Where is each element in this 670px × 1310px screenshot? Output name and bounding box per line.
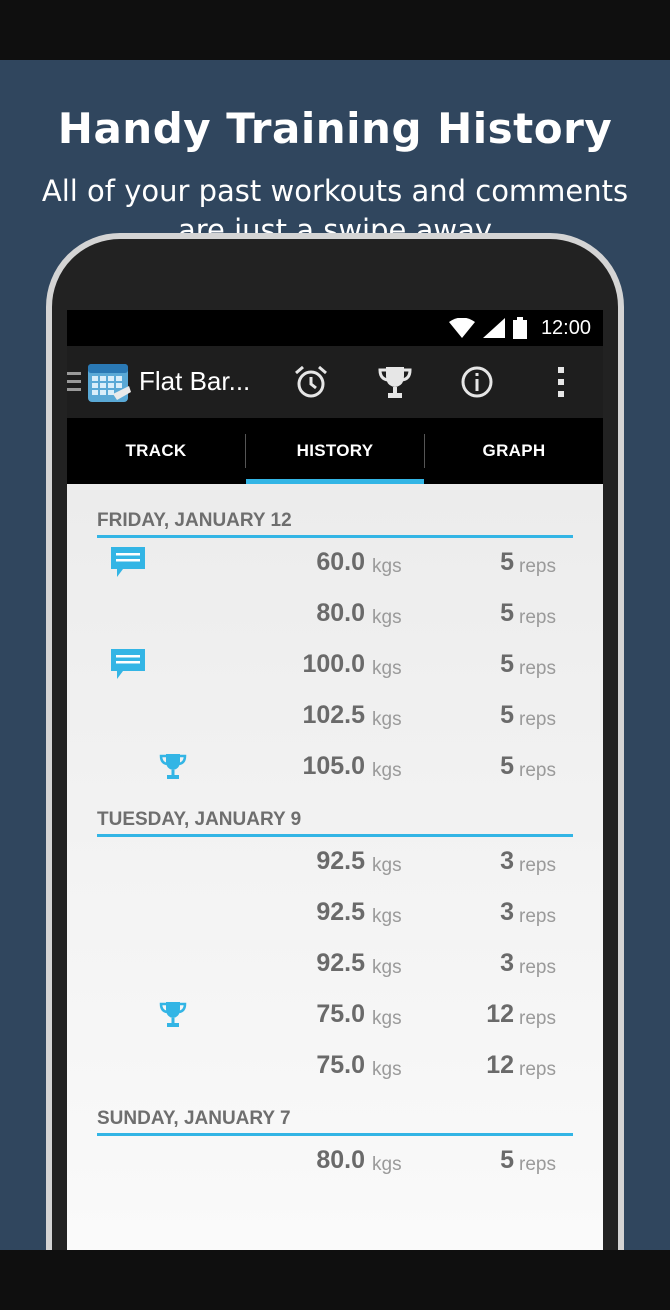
set-weight: 80.0	[316, 599, 365, 627]
day-header-label: TUESDAY, JANUARY 9	[97, 809, 302, 830]
action-bar: Flat Bar...	[67, 346, 603, 418]
reps-unit: reps	[519, 1154, 556, 1175]
weight-unit: kgs	[372, 760, 402, 781]
reps-unit: reps	[519, 1008, 556, 1029]
tab-history[interactable]: HISTORY	[246, 418, 424, 484]
reps-unit: reps	[519, 607, 556, 628]
alarm-button[interactable]	[291, 362, 331, 402]
set-row[interactable]: 102.5 kgs 5 reps	[67, 693, 603, 744]
status-bar: 12:00	[67, 310, 603, 346]
comment-icon[interactable]	[111, 647, 145, 681]
reps-unit: reps	[519, 658, 556, 679]
nav-drawer-icon[interactable]	[67, 372, 81, 392]
app-logo-icon[interactable]	[87, 360, 131, 404]
day-header-label: FRIDAY, JANUARY 12	[97, 510, 292, 531]
set-weight: 92.5	[316, 949, 365, 977]
overflow-menu-button[interactable]	[541, 362, 581, 402]
comment-icon[interactable]	[111, 545, 145, 579]
reps-unit: reps	[519, 760, 556, 781]
day-header-label: SUNDAY, JANUARY 7	[97, 1108, 291, 1129]
day-header: TUESDAY, JANUARY 9	[97, 805, 573, 837]
weight-unit: kgs	[372, 607, 402, 628]
set-reps: 5	[500, 752, 514, 780]
set-weight: 105.0	[302, 752, 365, 780]
personal-record-trophy-icon	[159, 754, 187, 779]
set-row[interactable]: 92.5 kgs 3 reps	[67, 839, 603, 890]
set-row[interactable]: 80.0 kgs 5 reps	[67, 591, 603, 642]
tab-track[interactable]: TRACK	[67, 418, 245, 484]
weight-unit: kgs	[372, 556, 402, 577]
weight-unit: kgs	[372, 1059, 402, 1080]
weight-unit: kgs	[372, 906, 402, 927]
overflow-menu-icon	[558, 367, 564, 397]
status-time: 12:00	[540, 316, 591, 339]
set-row[interactable]: 80.0 kgs 5 reps	[67, 1138, 603, 1189]
promo-subline-line-1: All of your past workouts and comments	[41, 174, 629, 208]
set-row[interactable]: 92.5 kgs 3 reps	[67, 941, 603, 992]
set-reps: 5	[500, 701, 514, 729]
reps-unit: reps	[519, 1059, 556, 1080]
set-weight: 75.0	[316, 1051, 365, 1079]
set-weight: 92.5	[316, 847, 365, 875]
set-row[interactable]: 60.0 kgs 5 reps	[67, 540, 603, 591]
tab-bar: TRACK HISTORY GRAPH	[67, 418, 603, 484]
set-row[interactable]: 105.0 kgs 5 reps	[67, 744, 603, 795]
tab-graph[interactable]: GRAPH	[425, 418, 603, 484]
phone-screen: 12:00 Flat Bar... TRACK HISTORY GRAPH FR…	[67, 310, 603, 1250]
set-reps: 12	[486, 1000, 514, 1028]
reps-unit: reps	[519, 556, 556, 577]
app-title: Flat Bar...	[139, 366, 251, 396]
reps-unit: reps	[519, 957, 556, 978]
bottom-black-bar	[0, 1250, 670, 1310]
trophy-icon	[378, 367, 412, 398]
day-header: SUNDAY, JANUARY 7	[97, 1104, 573, 1136]
wifi-icon	[448, 318, 475, 338]
weight-unit: kgs	[372, 658, 402, 679]
weight-unit: kgs	[372, 1008, 402, 1029]
set-weight: 92.5	[316, 898, 365, 926]
set-weight: 75.0	[316, 1000, 365, 1028]
status-icons: 12:00	[448, 310, 591, 346]
weight-unit: kgs	[372, 709, 402, 730]
info-icon	[461, 366, 493, 398]
set-weight: 102.5	[302, 701, 365, 729]
weight-unit: kgs	[372, 1154, 402, 1175]
set-weight: 100.0	[302, 650, 365, 678]
info-button[interactable]	[457, 362, 497, 402]
set-reps: 5	[500, 1146, 514, 1174]
set-weight: 60.0	[316, 548, 365, 576]
weight-unit: kgs	[372, 957, 402, 978]
battery-icon	[512, 317, 527, 339]
set-row[interactable]: 75.0 kgs 12 reps	[67, 1043, 603, 1094]
set-reps: 3	[500, 847, 514, 875]
weight-unit: kgs	[372, 855, 402, 876]
set-reps: 3	[500, 898, 514, 926]
set-row[interactable]: 92.5 kgs 3 reps	[67, 890, 603, 941]
trophy-button[interactable]	[375, 362, 415, 402]
signal-icon	[482, 318, 505, 338]
reps-unit: reps	[519, 906, 556, 927]
set-row[interactable]: 75.0 kgs 12 reps	[67, 992, 603, 1043]
reps-unit: reps	[519, 855, 556, 876]
history-list[interactable]: FRIDAY, JANUARY 12 60.0 kgs 5 reps 80.0 …	[67, 484, 603, 1250]
promo-headline: Handy Training History	[57, 104, 613, 153]
set-reps: 5	[500, 650, 514, 678]
day-header: FRIDAY, JANUARY 12	[97, 506, 573, 538]
top-black-bar	[0, 0, 670, 60]
reps-unit: reps	[519, 709, 556, 730]
set-reps: 12	[486, 1051, 514, 1079]
set-reps: 3	[500, 949, 514, 977]
set-reps: 5	[500, 548, 514, 576]
set-reps: 5	[500, 599, 514, 627]
set-row[interactable]: 100.0 kgs 5 reps	[67, 642, 603, 693]
alarm-icon	[295, 365, 327, 398]
set-weight: 80.0	[316, 1146, 365, 1174]
personal-record-trophy-icon	[159, 1002, 187, 1027]
